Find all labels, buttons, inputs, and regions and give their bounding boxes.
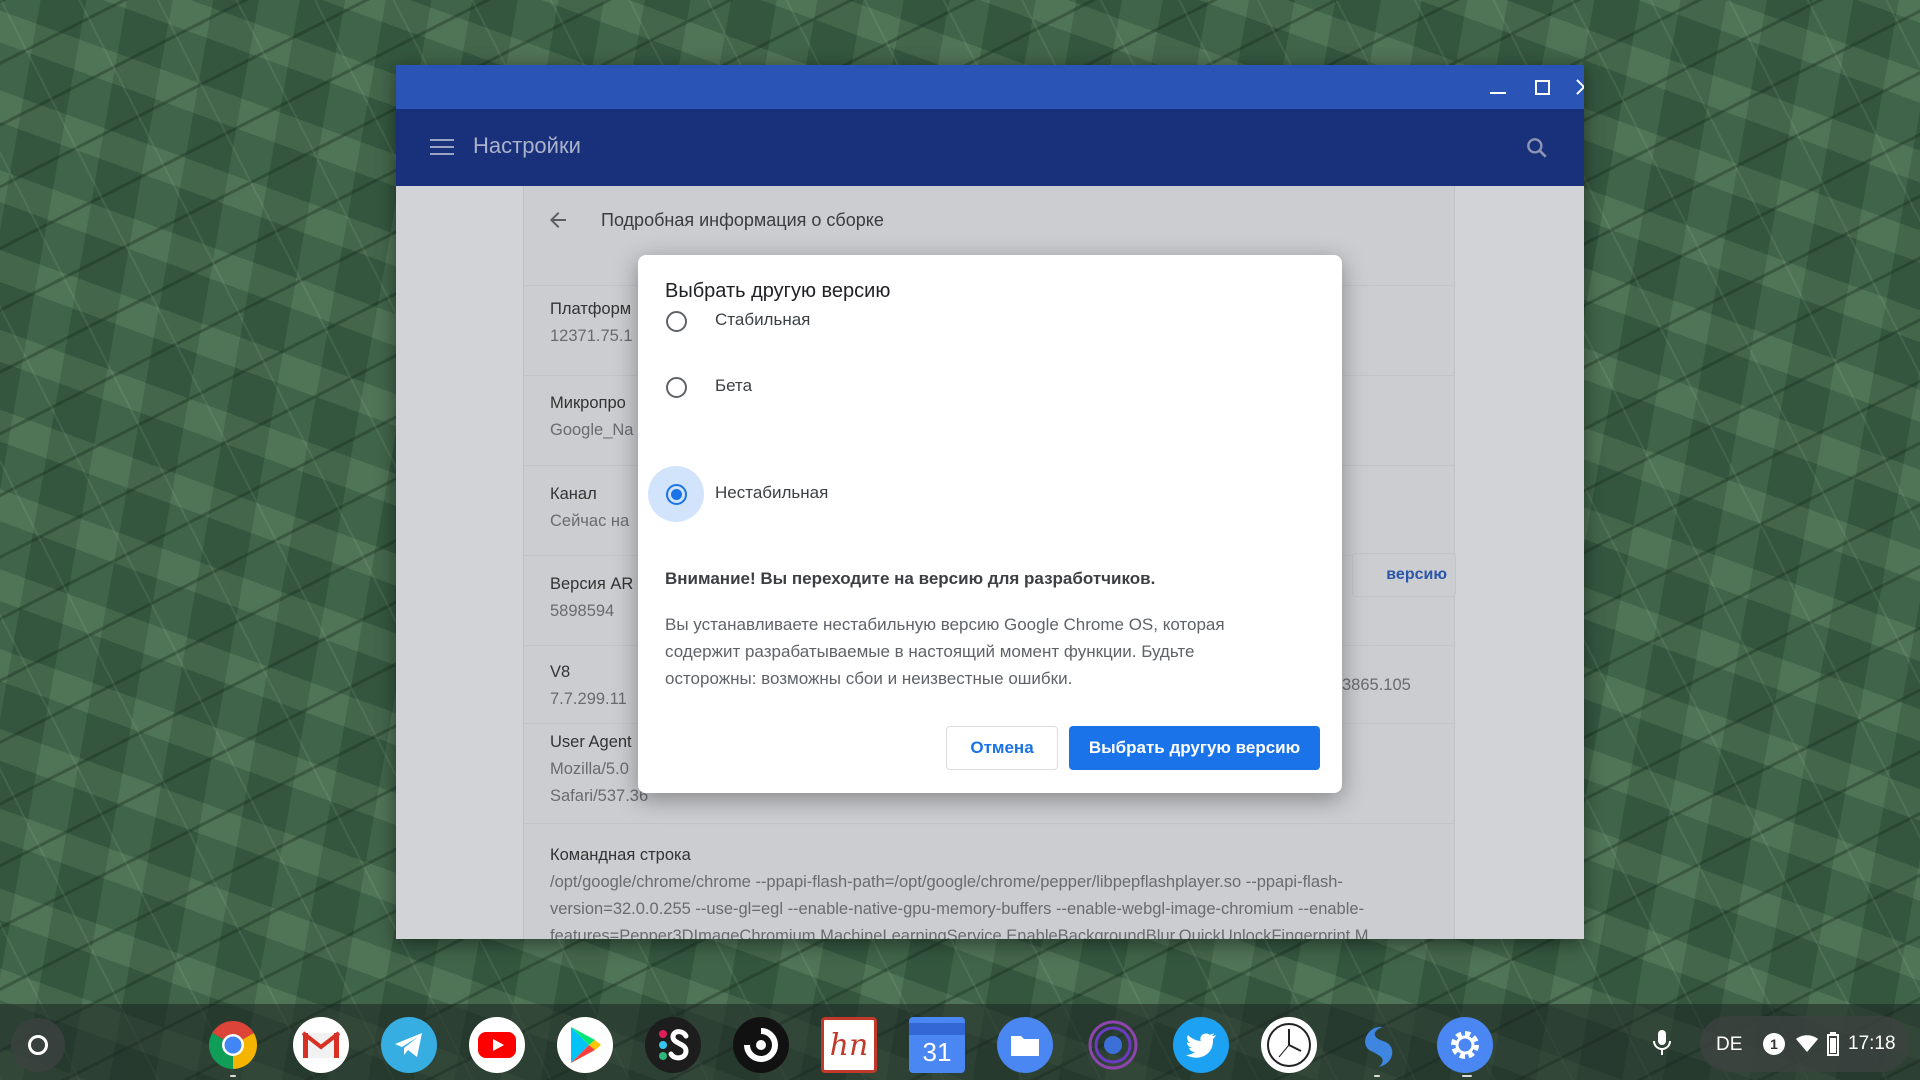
user-agent-tail: 3865.105 [1342, 676, 1411, 694]
row-label: Канал [550, 485, 597, 503]
row-label: Версия AR [550, 575, 634, 593]
radio-option-dev[interactable]: Нестабильная [648, 466, 1048, 522]
row-value: Сейчас на [550, 512, 630, 530]
warning-title: Внимание! Вы переходите на версию для ра… [665, 569, 1156, 588]
row-value: Google_Na [550, 421, 634, 439]
shelf: hn 31 DE 1 17:18 [0, 1004, 1920, 1080]
command-line-section: Командная строка /opt/google/chrome/chro… [550, 842, 1440, 939]
search-icon[interactable] [1524, 135, 1550, 161]
minimize-icon [1490, 92, 1506, 94]
play-store-icon[interactable] [557, 1017, 613, 1073]
status-tray[interactable]: DE 1 17:18 [1700, 1016, 1910, 1072]
pocket-casts-icon[interactable] [733, 1017, 789, 1073]
row-label: V8 [550, 663, 571, 681]
change-channel-dialog: Выбрать другую версию Стабильная Бета Не… [638, 255, 1342, 793]
command-line-text-line: features=Pepper3DImageChromium,MachineLe… [550, 927, 1369, 939]
close-icon [1575, 78, 1584, 96]
app-bar: Настройки [396, 109, 1584, 186]
twitter-icon[interactable] [1173, 1017, 1229, 1073]
row-label: Микропро [550, 394, 626, 412]
telegram-icon[interactable] [381, 1017, 437, 1073]
launcher-icon [28, 1035, 48, 1055]
radio-option-stable[interactable]: Стабильная [648, 293, 1048, 349]
subpage-title: Подробная информация о сборке [601, 210, 884, 230]
settings-icon[interactable] [1437, 1017, 1493, 1073]
wifi-icon [1796, 1035, 1818, 1052]
youtube-icon[interactable] [469, 1017, 525, 1073]
radio-button[interactable] [666, 377, 687, 398]
gmail-icon[interactable] [293, 1017, 349, 1073]
calendar-icon[interactable]: 31 [909, 1017, 965, 1073]
chrome-canary-icon[interactable] [1085, 1017, 1141, 1073]
radio-button[interactable] [666, 484, 687, 505]
radio-label: Нестабильная [715, 483, 829, 502]
command-line-text-line: version=32.0.0.255 --use-gl=egl --enable… [550, 900, 1365, 918]
row-label: User Agent [550, 733, 632, 751]
notification-count-badge: 1 [1763, 1033, 1785, 1055]
launcher-button[interactable] [11, 1018, 65, 1072]
row-value: 12371.75.1 [550, 327, 633, 345]
row-value: 7.7.299.11 [550, 690, 627, 708]
maximize-icon [1534, 79, 1550, 95]
change-channel-button[interactable]: версию [1352, 553, 1456, 597]
keyboard-language: DE [1716, 1034, 1743, 1055]
radio-label: Бета [715, 376, 753, 395]
radio-option-beta[interactable]: Бета [648, 359, 1048, 415]
minimize-button[interactable] [1476, 65, 1520, 109]
chrome-icon[interactable] [205, 1017, 261, 1073]
row-value: 5898594 [550, 602, 615, 620]
hacker-news-icon[interactable]: hn [821, 1017, 877, 1073]
cancel-button[interactable]: Отмена [946, 726, 1058, 770]
command-line-text-line: /opt/google/chrome/chrome --ppapi-flash-… [550, 873, 1343, 891]
files-icon[interactable] [997, 1017, 1053, 1073]
battery-icon [1827, 1032, 1839, 1056]
title-bar[interactable] [396, 65, 1584, 109]
close-button[interactable] [1562, 65, 1584, 109]
radio-button[interactable] [666, 311, 687, 332]
row-value: Mozilla/5.0 [550, 760, 629, 778]
slack-icon[interactable] [645, 1017, 701, 1073]
menu-icon[interactable] [430, 139, 454, 157]
confirm-change-channel-button[interactable]: Выбрать другую версию [1069, 726, 1320, 770]
command-line-label: Командная строка [550, 846, 691, 864]
clock-icon[interactable] [1261, 1017, 1317, 1073]
back-arrow-icon[interactable] [546, 208, 570, 232]
maximize-button[interactable] [1520, 65, 1564, 109]
microphone-icon[interactable] [1648, 1028, 1676, 1058]
warning-text: Вы устанавливаете нестабильную версию Go… [665, 615, 1225, 688]
clock-time: 17:18 [1848, 1033, 1896, 1054]
app-title: Настройки [473, 133, 581, 158]
row-label: Платформ [550, 300, 632, 318]
row-value-line2: Safari/537.36 [550, 787, 649, 805]
radio-label: Стабильная [715, 310, 811, 329]
simplenote-icon[interactable] [1349, 1017, 1405, 1073]
